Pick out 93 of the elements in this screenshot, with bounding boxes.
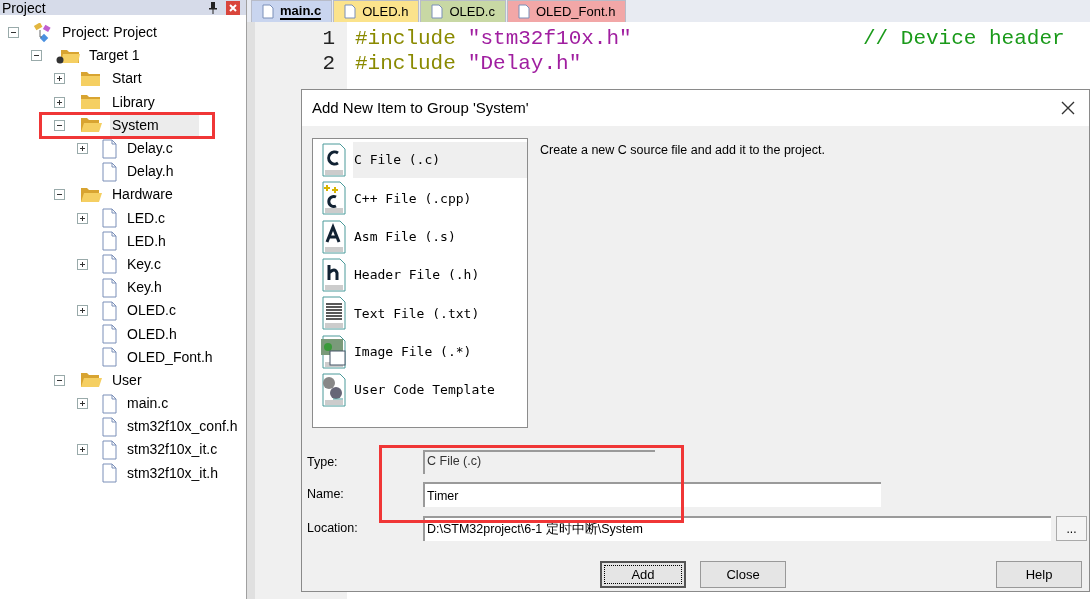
close-icon[interactable] <box>1061 101 1075 115</box>
code-text: #include <box>355 51 456 76</box>
tree-item[interactable]: Project: Project <box>60 22 159 44</box>
folder-icon <box>78 185 104 204</box>
tree-item[interactable]: Delay.c <box>125 138 175 160</box>
type-field: C File (.c) <box>423 450 655 474</box>
tree-item[interactable]: stm32f10x_conf.h <box>125 416 240 438</box>
list-item[interactable]: Image File (.*) <box>353 333 527 370</box>
file-icon <box>101 463 119 484</box>
expand-icon[interactable] <box>77 212 88 224</box>
code-text: "Delay.h" <box>467 51 582 76</box>
dialog-button[interactable]: Add <box>600 561 686 588</box>
file-icon <box>517 4 530 19</box>
expand-icon[interactable] <box>77 258 88 270</box>
file-icon <box>101 300 119 321</box>
dialog-title: Add New Item to Group 'System' <box>312 97 529 118</box>
tree-item[interactable]: Delay.h <box>125 161 176 183</box>
file-icon <box>101 277 119 298</box>
tab[interactable]: OLED_Font.h <box>506 0 627 22</box>
expand-icon[interactable] <box>54 96 65 108</box>
list-item[interactable]: User Code Template <box>353 371 527 408</box>
file-icon <box>321 219 349 254</box>
list-item[interactable]: C++ File (.cpp) <box>353 180 527 217</box>
collapse-icon[interactable] <box>31 50 42 62</box>
collapse-icon[interactable] <box>8 27 19 39</box>
folder-icon <box>78 371 104 390</box>
file-icon <box>101 439 119 460</box>
tree-item[interactable]: Start <box>110 68 144 90</box>
tab[interactable]: OLED.c <box>420 0 506 22</box>
file-icon <box>101 324 119 345</box>
file-icon <box>101 347 119 368</box>
name-field[interactable]: Timer <box>423 482 881 507</box>
browse-button[interactable]: ... <box>1056 516 1087 541</box>
tree-item[interactable]: main.c <box>125 393 171 415</box>
tab[interactable]: main.c <box>251 0 333 22</box>
expand-icon[interactable] <box>77 143 88 155</box>
file-icon <box>101 393 119 414</box>
pin-icon[interactable] <box>208 1 218 14</box>
file-icon <box>321 143 349 178</box>
location-field[interactable]: D:\STM32project\6-1 定时中断\System <box>423 516 1051 541</box>
collapse-icon[interactable] <box>54 374 65 386</box>
field-label: Location: <box>307 520 359 538</box>
tab[interactable]: OLED.h <box>333 0 420 22</box>
tree-item[interactable]: Key.h <box>125 277 164 299</box>
tree-item[interactable]: LED.c <box>125 207 168 229</box>
file-icon <box>431 4 444 19</box>
template-icon <box>321 372 349 407</box>
folder-icon <box>78 116 104 135</box>
list-item[interactable]: Header File (.h) <box>353 257 527 294</box>
file-icon <box>101 138 119 159</box>
line-number: 2 <box>322 51 335 76</box>
expand-icon[interactable] <box>77 305 88 317</box>
dialog-button[interactable]: Close <box>700 561 786 588</box>
tree-item[interactable]: Target 1 <box>87 45 142 67</box>
file-icon <box>101 161 119 182</box>
list-item[interactable]: Text File (.txt) <box>353 295 527 332</box>
tree-item[interactable]: User <box>110 369 144 391</box>
collapse-icon[interactable] <box>54 189 65 201</box>
tree-item[interactable]: System <box>110 114 199 136</box>
file-icon <box>262 4 274 19</box>
field-label: Name: <box>307 486 345 504</box>
tree-item[interactable]: stm32f10x_it.h <box>125 462 221 484</box>
dialog-button[interactable]: Help <box>996 561 1082 588</box>
description-text: Create a new C source file and add it to the project. <box>540 142 825 159</box>
tree-item[interactable]: OLED_Font.h <box>125 346 215 368</box>
tree-item[interactable]: Library <box>110 91 157 113</box>
tree-item[interactable]: OLED.c <box>125 300 178 322</box>
file-icon <box>321 258 349 293</box>
field-label: Type: <box>307 453 339 471</box>
list-item[interactable]: Asm File (.s) <box>353 218 527 255</box>
file-icon <box>321 181 349 216</box>
file-icon <box>101 231 119 252</box>
code-text: #include <box>355 26 456 51</box>
expand-icon[interactable] <box>77 398 88 410</box>
tree-item[interactable]: LED.h <box>125 230 168 252</box>
file-icon <box>101 254 119 275</box>
file-icon <box>101 208 119 229</box>
tree-item[interactable]: Key.c <box>125 253 163 275</box>
file-icon <box>321 296 349 331</box>
line-number: 1 <box>322 26 335 51</box>
panel-title: Project <box>1 0 46 15</box>
expand-icon[interactable] <box>54 73 65 85</box>
file-icon <box>344 4 357 19</box>
expand-icon[interactable] <box>77 444 88 456</box>
image-file-icon <box>321 334 349 369</box>
code-text: "stm32f10x.h" <box>467 26 632 51</box>
tree-item[interactable]: stm32f10x_it.c <box>125 439 220 461</box>
tree-item[interactable]: OLED.h <box>125 323 179 345</box>
collapse-icon[interactable] <box>54 119 65 131</box>
list-item[interactable]: C File (.c) <box>353 142 527 179</box>
file-icon <box>101 416 119 437</box>
tree-item[interactable]: Hardware <box>110 184 175 206</box>
code-text: // Device header <box>863 26 1065 51</box>
